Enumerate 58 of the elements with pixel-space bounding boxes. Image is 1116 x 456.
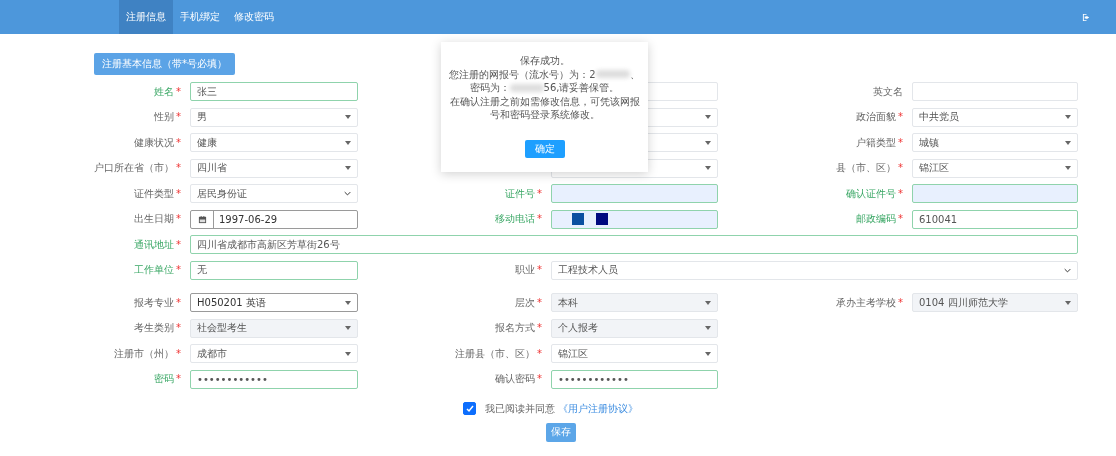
field-label: 性别 <box>154 111 174 123</box>
required-mark: * <box>176 111 181 123</box>
dialog-text: 在确认注册之前如需修改信息，可凭该网报号和密码登录系统修改。 <box>448 94 641 122</box>
field-label: 通讯地址 <box>134 238 174 250</box>
required-mark: * <box>176 322 181 334</box>
field-label: 层次 <box>515 296 535 308</box>
field-label: 户口所在省（市） <box>94 162 174 174</box>
required-mark: * <box>898 111 903 123</box>
dialog-text: 您注册的网报号（流水号）为：2 <box>449 67 596 81</box>
field-label: 确认密码 <box>495 373 535 385</box>
field-label: 承办主考学校 <box>836 296 896 308</box>
field-label: 职业 <box>515 264 535 276</box>
field-label: 出生日期 <box>134 213 174 225</box>
field-label: 姓名 <box>154 85 174 97</box>
field-label: 英文名 <box>873 85 903 97</box>
field-label: 证件类型 <box>134 187 174 199</box>
field-label: 注册县（市、区） <box>455 347 535 359</box>
required-mark: * <box>898 213 903 225</box>
required-mark: * <box>537 347 542 359</box>
required-mark: * <box>176 213 181 225</box>
field-label: 邮政编码 <box>856 213 896 225</box>
required-mark: * <box>176 373 181 385</box>
field-label: 报考专业 <box>134 296 174 308</box>
required-mark: * <box>176 347 181 359</box>
required-mark: * <box>898 136 903 148</box>
required-mark: * <box>176 296 181 308</box>
required-mark: * <box>537 213 542 225</box>
required-mark: * <box>898 162 903 174</box>
required-mark: * <box>176 238 181 250</box>
required-mark: * <box>537 322 542 334</box>
required-mark: * <box>537 187 542 199</box>
required-mark: * <box>898 296 903 308</box>
required-mark: * <box>898 187 903 199</box>
dialog-text: 、 <box>629 67 640 81</box>
required-mark: * <box>537 264 542 276</box>
field-label: 报名方式 <box>495 322 535 334</box>
required-mark: * <box>537 296 542 308</box>
required-mark: * <box>176 85 181 97</box>
required-mark: * <box>176 187 181 199</box>
field-label: 健康状况 <box>134 136 174 148</box>
field-label: 工作单位 <box>134 264 174 276</box>
field-label: 考生类别 <box>134 322 174 334</box>
required-mark: * <box>537 373 542 385</box>
field-label: 户籍类型 <box>856 136 896 148</box>
field-label: 移动电话 <box>495 213 535 225</box>
field-label: 确认证件号 <box>846 187 896 199</box>
dialog-text: 密码为： <box>469 81 510 95</box>
required-mark: * <box>176 264 181 276</box>
field-label: 证件号 <box>505 187 535 199</box>
dialog-text: 56,请妥善保管。 <box>543 81 620 95</box>
field-label: 政治面貌 <box>856 111 896 123</box>
field-label: 县（市、区） <box>836 162 896 174</box>
required-mark: * <box>176 136 181 148</box>
field-label: 密码 <box>154 373 174 385</box>
required-mark: * <box>176 162 181 174</box>
field-label: 注册市（州） <box>114 347 174 359</box>
agreement-text: 我已阅读并同意 <box>485 401 555 416</box>
dialog-text: 保存成功。 <box>519 54 570 68</box>
